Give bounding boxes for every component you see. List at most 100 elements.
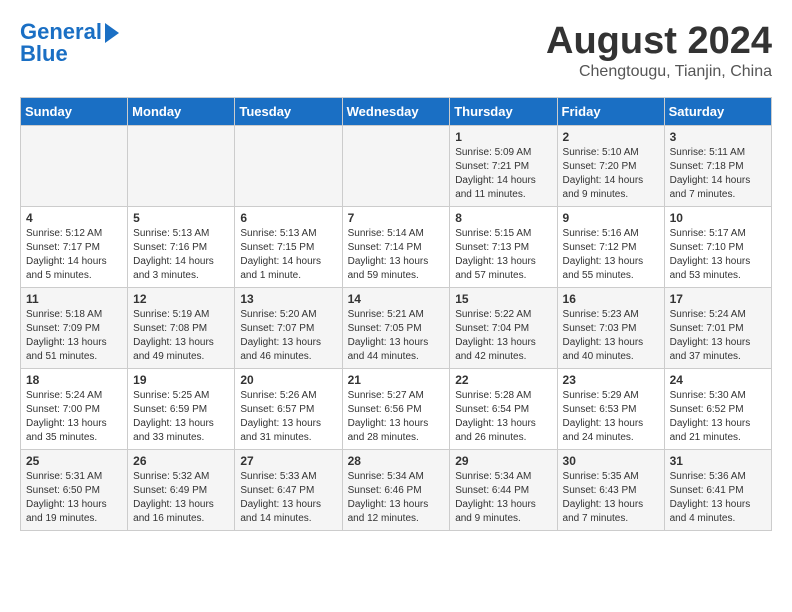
day-info: Sunrise: 5:32 AM Sunset: 6:49 PM Dayligh… [133,470,229,526]
logo: General Blue [20,20,119,66]
day-number: 3 [670,130,766,144]
day-info: Sunrise: 5:13 AM Sunset: 7:15 PM Dayligh… [240,227,336,283]
day-number: 6 [240,211,336,225]
day-number: 22 [455,373,551,387]
calendar-cell: 9Sunrise: 5:16 AM Sunset: 7:12 PM Daylig… [557,207,664,288]
calendar-cell: 12 Sunrise: 5:19 AM Sunset: 7:08 PM Dayli… [128,288,235,369]
day-number: 24 [670,373,766,387]
day-number: 23 [563,373,659,387]
calendar-cell: 23 Sunrise: 5:29 AM Sunset: 6:53 PM Dayli… [557,369,664,450]
day-number: 7 [348,211,445,225]
header-tuesday: Tuesday [235,98,342,126]
header-wednesday: Wednesday [342,98,450,126]
calendar-header-row: SundayMondayTuesdayWednesdayThursdayFrid… [21,98,772,126]
day-number: 31 [670,454,766,468]
calendar-cell: 8 Sunrise: 5:15 AM Sunset: 7:13 PM Daylig… [450,207,557,288]
title-area: August 2024 Chengtougu, Tianjin, China [546,20,772,81]
day-info: Sunrise: 5:31 AM Sunset: 6:50 PM Dayligh… [26,470,122,526]
day-info: Sunrise: 5:30 AM Sunset: 6:52 PM Dayligh… [670,389,766,445]
calendar-cell: 4Sunrise: 5:12 AM Sunset: 7:17 PM Daylig… [21,207,128,288]
day-info: Sunrise: 5:34 AM Sunset: 6:46 PM Dayligh… [348,470,445,526]
day-number: 2 [563,130,659,144]
calendar-cell: 21 Sunrise: 5:27 AM Sunset: 6:56 PM Dayli… [342,369,450,450]
day-info: Sunrise: 5:18 AM Sunset: 7:09 PM Dayligh… [26,308,122,364]
day-number: 8 [455,211,551,225]
logo-arrow-icon [105,23,119,43]
day-info: Sunrise: 5:24 AM Sunset: 7:00 PM Dayligh… [26,389,122,445]
day-number: 20 [240,373,336,387]
day-info: Sunrise: 5:11 AM Sunset: 7:18 PM Dayligh… [670,146,766,202]
calendar-cell: 20 Sunrise: 5:26 AM Sunset: 6:57 PM Dayli… [235,369,342,450]
calendar-cell: 16 Sunrise: 5:23 AM Sunset: 7:03 PM Dayli… [557,288,664,369]
calendar-cell: 18 Sunrise: 5:24 AM Sunset: 7:00 PM Dayli… [21,369,128,450]
day-number: 18 [26,373,122,387]
day-number: 15 [455,292,551,306]
day-info: Sunrise: 5:14 AM Sunset: 7:14 PM Dayligh… [348,227,445,283]
calendar-cell: 24 Sunrise: 5:30 AM Sunset: 6:52 PM Dayli… [664,369,771,450]
calendar-cell: 19 Sunrise: 5:25 AM Sunset: 6:59 PM Dayli… [128,369,235,450]
calendar-week-row: 25 Sunrise: 5:31 AM Sunset: 6:50 PM Dayli… [21,450,772,531]
day-info: Sunrise: 5:20 AM Sunset: 7:07 PM Dayligh… [240,308,336,364]
header-sunday: Sunday [21,98,128,126]
day-number: 21 [348,373,445,387]
calendar-cell: 15 Sunrise: 5:22 AM Sunset: 7:04 PM Dayli… [450,288,557,369]
day-info: Sunrise: 5:15 AM Sunset: 7:13 PM Dayligh… [455,227,551,283]
calendar-cell: 3 Sunrise: 5:11 AM Sunset: 7:18 PM Daylig… [664,126,771,207]
calendar-cell: 25 Sunrise: 5:31 AM Sunset: 6:50 PM Dayli… [21,450,128,531]
header-thursday: Thursday [450,98,557,126]
day-info: Sunrise: 5:25 AM Sunset: 6:59 PM Dayligh… [133,389,229,445]
calendar-week-row: 1 Sunrise: 5:09 AM Sunset: 7:21 PM Daylig… [21,126,772,207]
calendar-cell [235,126,342,207]
calendar-table: SundayMondayTuesdayWednesdayThursdayFrid… [20,97,772,531]
day-info: Sunrise: 5:09 AM Sunset: 7:21 PM Dayligh… [455,146,551,202]
day-info: Sunrise: 5:19 AM Sunset: 7:08 PM Dayligh… [133,308,229,364]
day-number: 5 [133,211,229,225]
calendar-cell: 26 Sunrise: 5:32 AM Sunset: 6:49 PM Dayli… [128,450,235,531]
calendar-cell: 2 Sunrise: 5:10 AM Sunset: 7:20 PM Daylig… [557,126,664,207]
calendar-cell [128,126,235,207]
header-friday: Friday [557,98,664,126]
calendar-cell: 5Sunrise: 5:13 AM Sunset: 7:16 PM Daylig… [128,207,235,288]
calendar-cell: 13 Sunrise: 5:20 AM Sunset: 7:07 PM Dayli… [235,288,342,369]
day-info: Sunrise: 5:27 AM Sunset: 6:56 PM Dayligh… [348,389,445,445]
day-info: Sunrise: 5:17 AM Sunset: 7:10 PM Dayligh… [670,227,766,283]
day-info: Sunrise: 5:10 AM Sunset: 7:20 PM Dayligh… [563,146,659,202]
calendar-cell: 17Sunrise: 5:24 AM Sunset: 7:01 PM Dayli… [664,288,771,369]
calendar-cell: 31Sunrise: 5:36 AM Sunset: 6:41 PM Dayli… [664,450,771,531]
day-number: 11 [26,292,122,306]
day-number: 25 [26,454,122,468]
calendar-cell: 30Sunrise: 5:35 AM Sunset: 6:43 PM Dayli… [557,450,664,531]
page-header: General Blue August 2024 Chengtougu, Tia… [20,20,772,81]
day-number: 12 [133,292,229,306]
day-number: 10 [670,211,766,225]
calendar-cell: 1 Sunrise: 5:09 AM Sunset: 7:21 PM Daylig… [450,126,557,207]
day-number: 19 [133,373,229,387]
location: Chengtougu, Tianjin, China [546,63,772,81]
day-info: Sunrise: 5:29 AM Sunset: 6:53 PM Dayligh… [563,389,659,445]
calendar-cell: 28Sunrise: 5:34 AM Sunset: 6:46 PM Dayli… [342,450,450,531]
day-number: 16 [563,292,659,306]
logo-blue: Blue [20,42,119,66]
day-info: Sunrise: 5:34 AM Sunset: 6:44 PM Dayligh… [455,470,551,526]
day-info: Sunrise: 5:21 AM Sunset: 7:05 PM Dayligh… [348,308,445,364]
header-monday: Monday [128,98,235,126]
calendar-cell: 27Sunrise: 5:33 AM Sunset: 6:47 PM Dayli… [235,450,342,531]
month-title: August 2024 [546,20,772,63]
calendar-week-row: 11 Sunrise: 5:18 AM Sunset: 7:09 PM Dayli… [21,288,772,369]
calendar-cell: 29Sunrise: 5:34 AM Sunset: 6:44 PM Dayli… [450,450,557,531]
day-info: Sunrise: 5:26 AM Sunset: 6:57 PM Dayligh… [240,389,336,445]
calendar-week-row: 4Sunrise: 5:12 AM Sunset: 7:17 PM Daylig… [21,207,772,288]
day-number: 13 [240,292,336,306]
day-info: Sunrise: 5:24 AM Sunset: 7:01 PM Dayligh… [670,308,766,364]
calendar-cell: 11 Sunrise: 5:18 AM Sunset: 7:09 PM Dayli… [21,288,128,369]
day-info: Sunrise: 5:22 AM Sunset: 7:04 PM Dayligh… [455,308,551,364]
day-info: Sunrise: 5:23 AM Sunset: 7:03 PM Dayligh… [563,308,659,364]
day-number: 27 [240,454,336,468]
day-number: 1 [455,130,551,144]
calendar-cell [342,126,450,207]
calendar-cell: 10 Sunrise: 5:17 AM Sunset: 7:10 PM Dayli… [664,207,771,288]
day-info: Sunrise: 5:28 AM Sunset: 6:54 PM Dayligh… [455,389,551,445]
day-number: 14 [348,292,445,306]
calendar-cell [21,126,128,207]
day-number: 26 [133,454,229,468]
